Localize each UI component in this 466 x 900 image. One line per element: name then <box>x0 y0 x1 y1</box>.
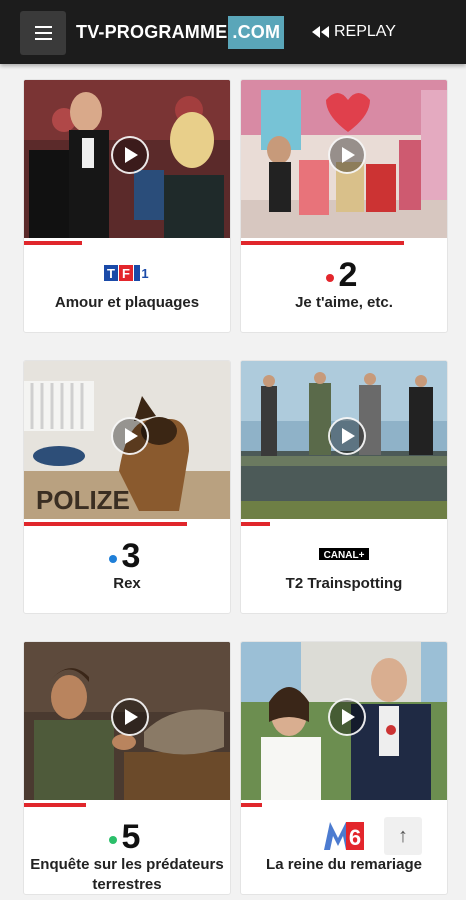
brand-tld: .COM <box>228 16 285 49</box>
programme-title[interactable]: Amour et plaquages <box>30 293 224 313</box>
channel-logo-tf1: T F 1 <box>24 256 230 290</box>
scroll-to-top-button[interactable]: ↑ <box>384 817 422 855</box>
menu-button[interactable] <box>20 11 66 55</box>
programme-thumbnail[interactable] <box>24 642 230 800</box>
progress-bar <box>24 803 230 807</box>
svg-text:CANAL+: CANAL+ <box>324 550 365 561</box>
programme-thumbnail[interactable] <box>241 80 447 238</box>
site-logo[interactable]: TV-PROGRAMME .COM <box>76 16 285 49</box>
svg-text:POLIZE: POLIZE <box>36 485 130 515</box>
svg-text:5: 5 <box>122 818 141 852</box>
replay-link[interactable]: REPLAY <box>312 20 396 44</box>
programme-card[interactable]: POLIZE 3 Rex <box>23 360 231 614</box>
svg-text:6: 6 <box>349 825 361 850</box>
programme-title[interactable]: Enquête sur les prédateurs terrestres <box>30 855 224 894</box>
channel-logo-france5: 5 <box>24 818 230 852</box>
channel-logo-france3: 3 <box>24 537 230 571</box>
programme-title[interactable]: Je t'aime, etc. <box>247 293 441 313</box>
channel-logo-canal-plus: CANAL+ <box>241 537 447 571</box>
progress-bar <box>241 241 447 245</box>
progress-bar <box>24 522 230 526</box>
programme-card[interactable]: T F 1 Amour et plaquages <box>23 79 231 333</box>
programme-card[interactable]: CANAL+ T2 Trainspotting <box>240 360 448 614</box>
svg-text:1: 1 <box>141 266 148 281</box>
programme-title[interactable]: Rex <box>30 574 224 594</box>
brand-name: TV-PROGRAMME <box>76 22 228 42</box>
programme-card[interactable]: 2 Je t'aime, etc. <box>240 79 448 333</box>
programme-title[interactable]: T2 Trainspotting <box>247 574 441 594</box>
programme-card[interactable]: 6 La reine du remariage <box>240 641 448 895</box>
progress-bar <box>241 522 447 526</box>
progress-bar <box>241 803 447 807</box>
programme-thumbnail[interactable] <box>241 361 447 519</box>
progress-bar <box>24 241 230 245</box>
programme-thumbnail[interactable] <box>24 80 230 238</box>
programme-title[interactable]: La reine du remariage <box>247 855 441 875</box>
programme-thumbnail[interactable] <box>241 642 447 800</box>
play-icon[interactable] <box>111 417 149 455</box>
play-icon[interactable] <box>328 417 366 455</box>
play-icon[interactable] <box>111 136 149 174</box>
svg-text:T: T <box>107 266 115 281</box>
top-bar: TV-PROGRAMME .COM REPLAY <box>0 0 466 64</box>
svg-text:2: 2 <box>339 256 358 290</box>
channel-logo-france2: 2 <box>241 256 447 290</box>
rewind-icon <box>312 26 329 38</box>
replay-label: REPLAY <box>334 23 396 40</box>
play-icon[interactable] <box>111 698 149 736</box>
svg-text:3: 3 <box>122 537 141 571</box>
svg-text:F: F <box>122 266 130 281</box>
programme-card[interactable]: 5 Enquête sur les prédateurs terrestres <box>23 641 231 895</box>
programme-thumbnail[interactable]: POLIZE <box>24 361 230 519</box>
play-icon[interactable] <box>328 698 366 736</box>
play-icon[interactable] <box>328 136 366 174</box>
